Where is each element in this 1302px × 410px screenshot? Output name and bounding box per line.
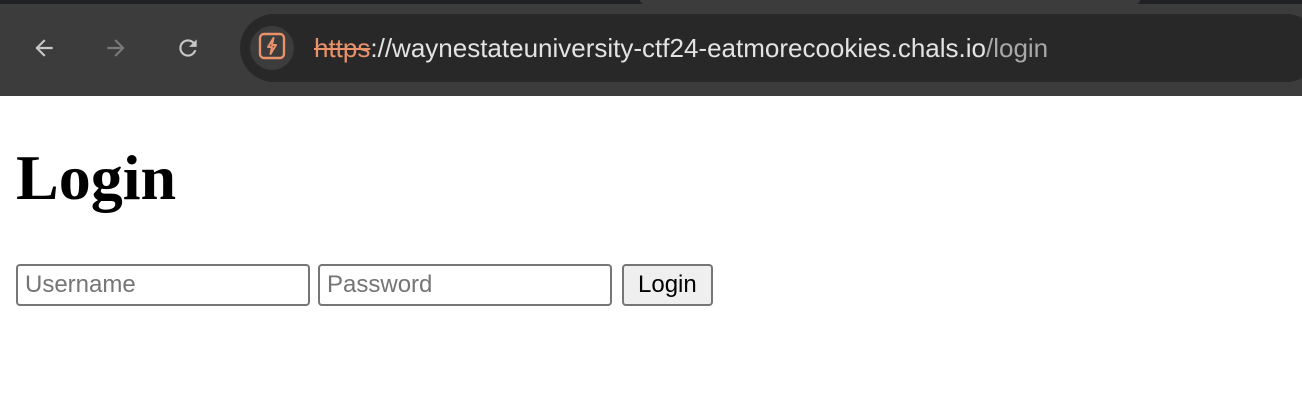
username-input[interactable] [16,264,310,306]
url-host: waynestateuniversity-ctf24-eatmorecookie… [392,33,986,63]
active-tab-edge[interactable] [640,0,1140,4]
url-path: /login [985,33,1049,63]
url-separator: :// [370,33,393,63]
login-form: Login [16,264,1286,306]
not-secure-icon [257,31,287,66]
arrow-right-icon [103,35,129,61]
tab-strip [0,0,1302,4]
browser-toolbar: https://waynestateuniversity-ctf24-eatmo… [0,0,1302,96]
password-input[interactable] [318,264,612,306]
site-info-button[interactable] [250,26,294,70]
back-button[interactable] [24,28,64,68]
reload-icon [175,35,201,61]
reload-button[interactable] [168,28,208,68]
url-text[interactable]: https://waynestateuniversity-ctf24-eatmo… [314,32,1048,64]
forward-button[interactable] [96,28,136,68]
login-button[interactable]: Login [622,264,713,306]
arrow-left-icon [31,35,57,61]
page-title: Login [16,142,177,213]
address-bar[interactable]: https://waynestateuniversity-ctf24-eatmo… [240,14,1302,82]
page-content: Login Login [0,96,1302,306]
url-scheme: https [314,33,371,63]
